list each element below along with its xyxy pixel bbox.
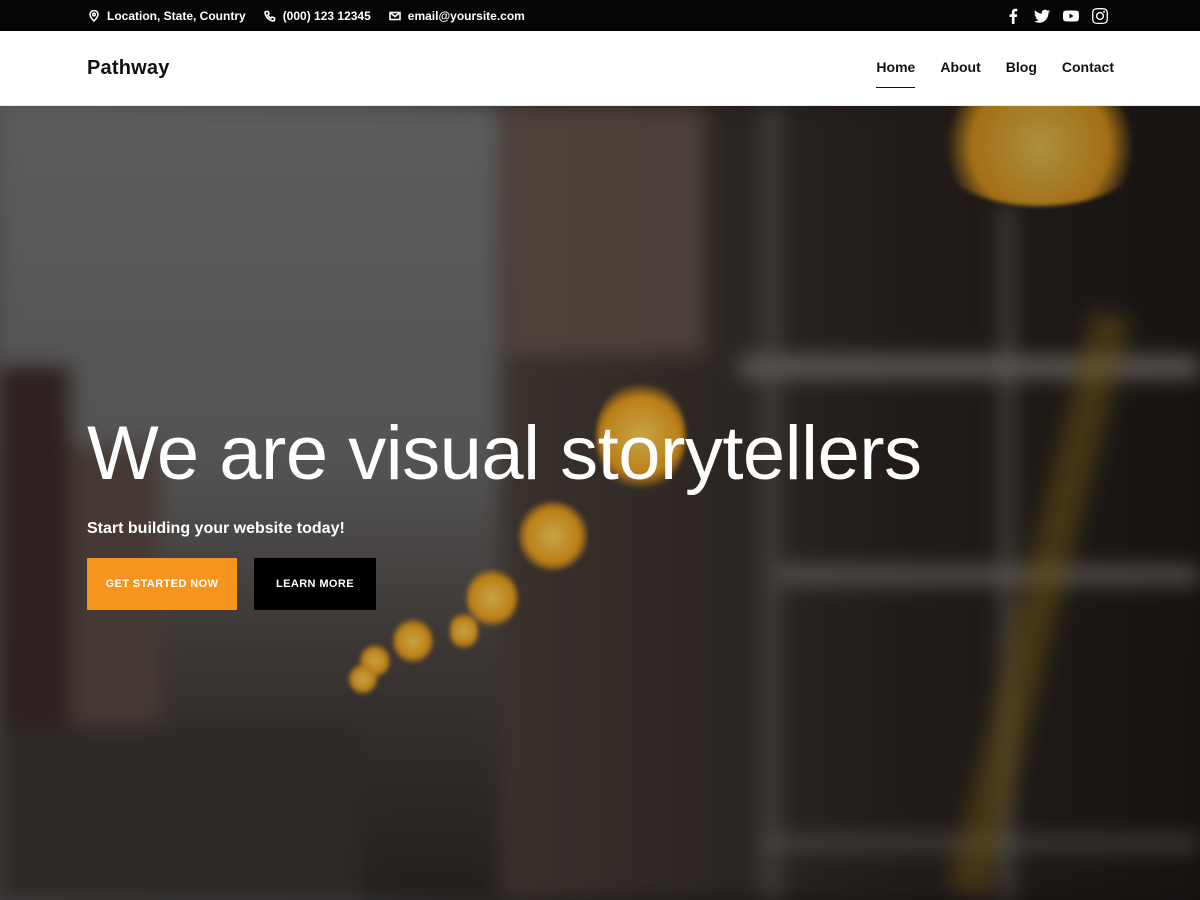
envelope-icon [388,11,401,20]
twitter-icon[interactable] [1034,8,1050,24]
location-info: Location, State, Country [88,9,246,23]
contact-info: Location, State, Country (000) 123 12345… [88,9,525,23]
nav-about[interactable]: About [940,55,980,81]
phone-icon [263,10,275,22]
map-pin-icon [89,9,99,22]
hero-subline: Start building your website today! [87,520,345,537]
facebook-icon[interactable] [1005,8,1021,24]
hero-headline: We are visual storytellers [87,411,922,496]
nav-blog[interactable]: Blog [1006,55,1037,81]
email-info[interactable]: email@yoursite.com [388,9,525,23]
nav-contact[interactable]: Contact [1062,55,1114,81]
nav-home[interactable]: Home [876,55,915,88]
site-logo[interactable]: Pathway [87,57,170,80]
youtube-icon[interactable] [1063,8,1079,24]
get-started-button[interactable]: GET STARTED NOW [87,558,237,610]
email-text[interactable]: email@yoursite.com [408,9,525,23]
social-links [1005,7,1108,24]
hero-buttons: GET STARTED NOW LEARN MORE [87,558,922,610]
hero-section: We are visual storytellers Start buildin… [0,106,1200,900]
phone-info[interactable]: (000) 123 12345 [263,9,371,23]
site-header: Pathway Home About Blog Contact [0,31,1200,106]
top-bar: Location, State, Country (000) 123 12345… [0,0,1200,31]
location-text: Location, State, Country [107,8,246,23]
instagram-icon[interactable] [1092,7,1108,24]
learn-more-button[interactable]: LEARN MORE [254,558,376,610]
phone-text[interactable]: (000) 123 12345 [283,9,371,23]
main-nav: Home About Blog Contact [876,55,1114,88]
hero-content: We are visual storytellers Start buildin… [87,416,922,610]
